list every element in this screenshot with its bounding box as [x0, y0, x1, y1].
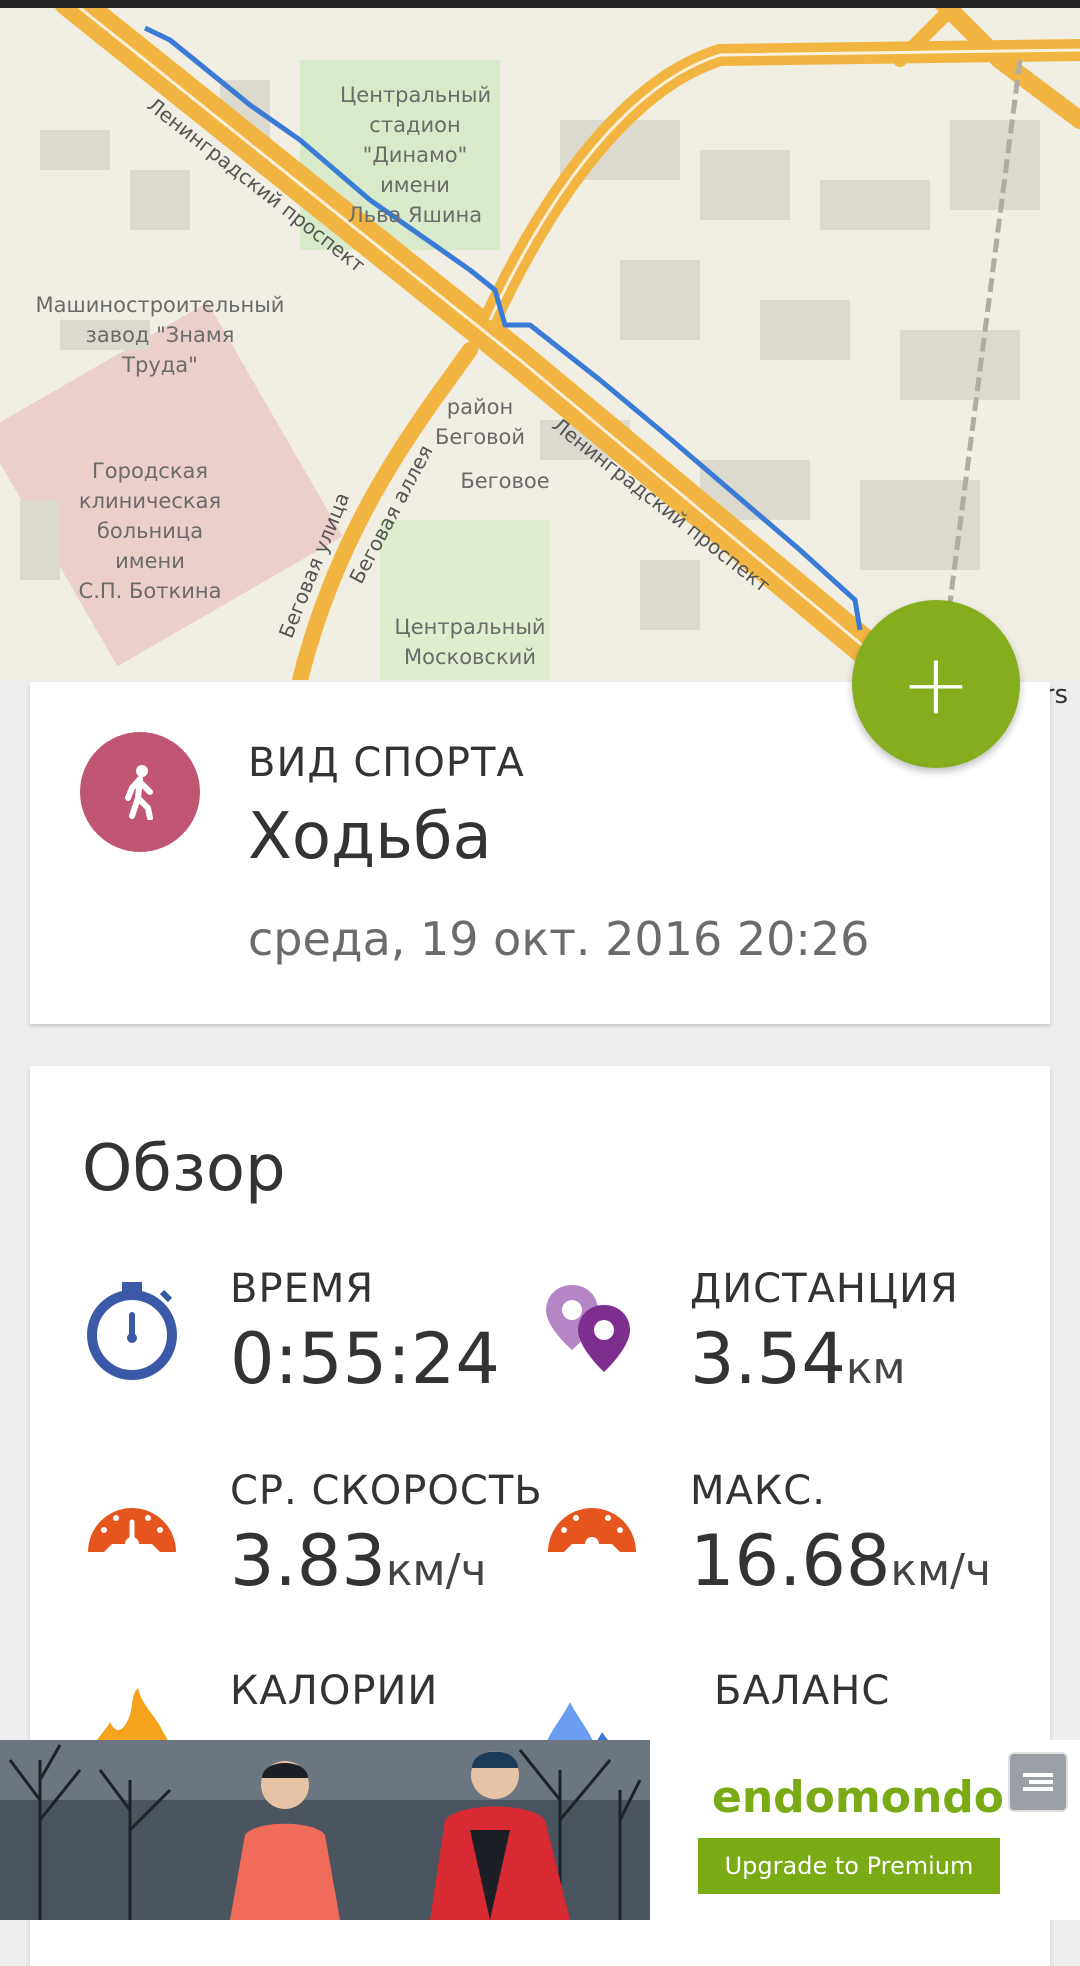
sport-type-value: Ходьба	[248, 800, 492, 874]
stat-avg-speed: СР. СКОРОСТЬ 3.83км/ч	[82, 1468, 542, 1618]
max-speed-label: МАКС.	[690, 1468, 826, 1514]
speedometer-max-icon	[548, 1508, 636, 1559]
balance-label: БАЛАНС	[714, 1668, 891, 1714]
stat-distance: ДИСТАНЦИЯ 3.54км	[542, 1266, 982, 1416]
max-speed-value: 16.68км/ч	[690, 1520, 991, 1602]
time-label: ВРЕМЯ	[230, 1266, 375, 1312]
map-label-hospital: Городская клиническая больница имени С.П…	[78, 459, 222, 603]
route-map[interactable]: Центральный стадион "Динамо" имени Льва …	[0, 0, 1080, 680]
upgrade-premium-button[interactable]: Upgrade to Premium	[698, 1838, 1000, 1894]
avg-speed-value: 3.83км/ч	[230, 1520, 487, 1602]
stat-max-speed: МАКС. 16.68км/ч	[542, 1468, 991, 1618]
add-button[interactable]: +	[852, 600, 1020, 768]
stat-time: ВРЕМЯ 0:55:24	[82, 1266, 522, 1416]
map-label-stadium: Центральный стадион "Динамо" имени Льва …	[340, 83, 492, 227]
map-label-factory: Машиностроительный завод "Знамя Труда"	[35, 293, 285, 377]
speedometer-icon	[88, 1508, 176, 1552]
max-speed-unit: км/ч	[890, 1545, 991, 1596]
status-bar	[0, 0, 1080, 8]
ad-runners-image	[0, 1740, 650, 1920]
map-label-begovoe: Беговое	[460, 469, 550, 493]
avg-speed-label: СР. СКОРОСТЬ	[230, 1468, 543, 1514]
map-label-district: район Беговой	[434, 395, 526, 449]
walking-person-icon	[80, 732, 200, 852]
sport-type-label: ВИД СПОРТА	[248, 740, 525, 786]
endomondo-logo: endomondo	[712, 1772, 1005, 1823]
avg-speed-unit: км/ч	[385, 1545, 487, 1596]
ad-banner[interactable]: endomondo Upgrade to Premium	[0, 1740, 1080, 1920]
distance-label: ДИСТАНЦИЯ	[690, 1266, 959, 1312]
overview-title: Обзор	[82, 1132, 286, 1206]
ad-close-icon[interactable]	[1008, 1752, 1068, 1812]
stopwatch-icon	[87, 1282, 177, 1380]
workout-date: среда, 19 окт. 2016 20:26	[248, 912, 870, 966]
map-label-moscow-center: Центральный Московский	[394, 615, 546, 669]
location-pins-icon	[546, 1285, 630, 1372]
time-value: 0:55:24	[230, 1318, 500, 1400]
calories-label: КАЛОРИИ	[230, 1668, 439, 1714]
distance-value: 3.54км	[690, 1318, 906, 1400]
distance-unit: км	[845, 1343, 906, 1394]
